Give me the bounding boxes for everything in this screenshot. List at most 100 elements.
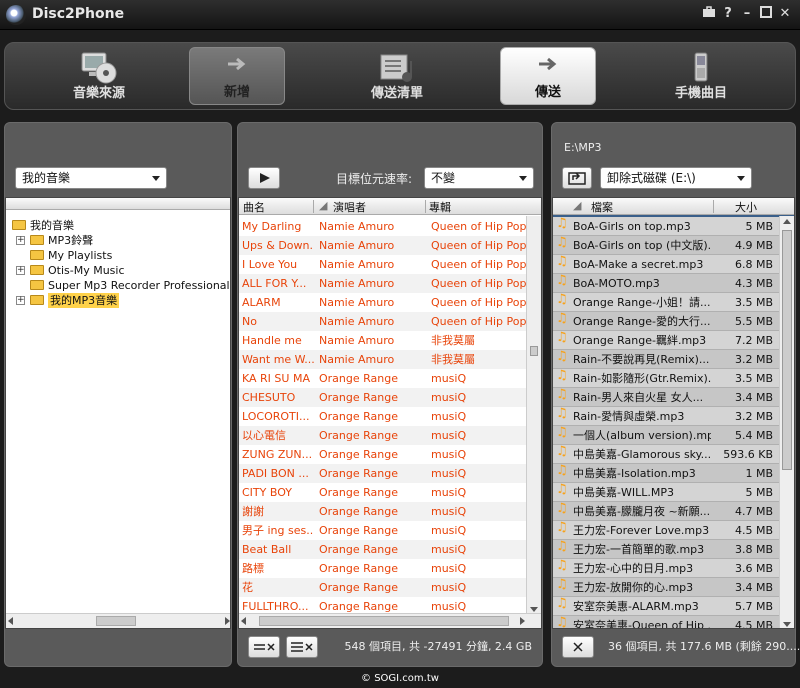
- file-row[interactable]: ♫ Orange Range-羈絆.mp3 7.2 MB: [553, 331, 781, 350]
- maximize-icon[interactable]: [758, 6, 774, 22]
- horizontal-scrollbar[interactable]: [239, 613, 541, 628]
- send-label: 傳送: [534, 85, 561, 100]
- file-size: 3.6 MB: [734, 562, 773, 575]
- song-row[interactable]: ALARM Namie Amuro Queen of Hip Pop: [239, 293, 527, 312]
- song-row[interactable]: 男子 ing ses... Orange Range musiQ: [239, 521, 527, 540]
- song-row[interactable]: Beat Ball Orange Range musiQ: [239, 540, 527, 559]
- help-icon[interactable]: ?: [720, 6, 736, 22]
- col-size[interactable]: 大小: [735, 199, 757, 215]
- music-file-icon: ♫: [556, 521, 568, 534]
- song-row[interactable]: No Namie Amuro Queen of Hip Pop: [239, 312, 527, 331]
- scroll-thumb[interactable]: [530, 346, 538, 356]
- bitrate-dropdown[interactable]: 不變: [424, 167, 534, 189]
- file-row[interactable]: ♫ 王力宏-Forever Love.mp3 4.5 MB: [553, 521, 781, 540]
- phone-tracks-button[interactable]: 手機曲目: [653, 47, 749, 105]
- file-row[interactable]: ♫ 安室奈美惠-ALARM.mp3 5.7 MB: [553, 597, 781, 616]
- song-row[interactable]: ALL FOR Y... Namie Amuro Queen of Hip Pop: [239, 274, 527, 293]
- file-row[interactable]: ♫ Orange Range-愛的大行... 5.5 MB: [553, 312, 781, 331]
- file-row[interactable]: ♫ Rain-男人來自火星 女人... 3.4 MB: [553, 388, 781, 407]
- expand-icon[interactable]: +: [16, 296, 25, 305]
- vertical-scrollbar[interactable]: [526, 216, 541, 615]
- scroll-right-icon[interactable]: [225, 617, 230, 625]
- close-icon[interactable]: ✕: [777, 6, 793, 22]
- col-artist[interactable]: 演唱者: [333, 199, 366, 215]
- song-row[interactable]: 以心電信 Orange Range musiQ: [239, 426, 527, 445]
- file-row[interactable]: ♫ BoA-Girls on top.mp3 5 MB: [553, 217, 781, 236]
- scroll-right-icon[interactable]: [520, 617, 525, 625]
- song-title: No: [242, 315, 257, 328]
- song-row[interactable]: ZUNG ZUN... Orange Range musiQ: [239, 445, 527, 464]
- drive-dropdown[interactable]: 卸除式磁碟 (E:\): [600, 167, 752, 189]
- scroll-thumb[interactable]: [782, 230, 792, 470]
- scroll-thumb[interactable]: [259, 616, 509, 626]
- remove-button[interactable]: [248, 636, 280, 658]
- folder-up-icon: [568, 172, 586, 185]
- song-row[interactable]: CHESUTO Orange Range musiQ: [239, 388, 527, 407]
- file-row[interactable]: ♫ 中島美嘉-Glamorous sky.... 593.6 KB: [553, 445, 781, 464]
- minimize-icon[interactable]: –: [739, 6, 755, 22]
- file-row[interactable]: ♫ 中島美嘉-Isolation.mp3 1 MB: [553, 464, 781, 483]
- chevron-down-icon: [152, 176, 160, 181]
- file-row[interactable]: ♫ Rain-不要說再見(Remix)... 3.2 MB: [553, 350, 781, 369]
- scroll-up-icon[interactable]: [783, 219, 791, 224]
- file-row[interactable]: ♫ 王力宏-一首簡單的歌.mp3 3.8 MB: [553, 540, 781, 559]
- file-row[interactable]: ♫ 王力宏-放開你的心.mp3 3.4 MB: [553, 578, 781, 597]
- file-row[interactable]: ♫ BoA-Girls on top (中文版)... 4.9 MB: [553, 236, 781, 255]
- col-file[interactable]: 檔案: [591, 199, 613, 215]
- transfer-list-button[interactable]: 傳送清單: [349, 47, 445, 105]
- file-row[interactable]: ♫ Rain-愛情與虛榮.mp3 3.2 MB: [553, 407, 781, 426]
- song-row[interactable]: KA RI SU MA Orange Range musiQ: [239, 369, 527, 388]
- song-row[interactable]: Ups & Down... Namie Amuro Queen of Hip Pop: [239, 236, 527, 255]
- expand-icon[interactable]: +: [16, 236, 25, 245]
- file-row[interactable]: ♫ 中島美嘉-朦朧月夜 ~新願... 4.7 MB: [553, 502, 781, 521]
- file-name: Rain-如影隨形(Gtr.Remix)...: [573, 372, 711, 385]
- scroll-thumb[interactable]: [96, 616, 136, 626]
- up-folder-button[interactable]: [562, 167, 592, 189]
- add-button[interactable]: 新增: [189, 47, 285, 105]
- song-row[interactable]: 路標 Orange Range musiQ: [239, 559, 527, 578]
- horizontal-scrollbar[interactable]: [6, 613, 230, 628]
- file-name: Rain-不要說再見(Remix)...: [573, 353, 710, 366]
- folder-icon: [30, 295, 44, 305]
- song-row[interactable]: 花 Orange Range musiQ: [239, 578, 527, 597]
- music-file-icon: ♫: [556, 483, 568, 496]
- source-dropdown[interactable]: 我的音樂: [15, 167, 167, 189]
- col-album[interactable]: 專輯: [429, 199, 451, 215]
- delete-button[interactable]: [562, 636, 594, 658]
- file-row[interactable]: ♫ Rain-如影隨形(Gtr.Remix)... 3.5 MB: [553, 369, 781, 388]
- file-size: 7.2 MB: [734, 334, 773, 347]
- arrow-right-icon: [228, 57, 246, 71]
- file-row[interactable]: ♫ 一個人(album version).mp3 5.4 MB: [553, 426, 781, 445]
- file-row[interactable]: ♫ Orange Range-小姐！請... 3.5 MB: [553, 293, 781, 312]
- song-row[interactable]: My Darling Namie Amuro Queen of Hip Pop: [239, 217, 527, 236]
- expand-icon[interactable]: +: [16, 266, 25, 275]
- send-button[interactable]: 傳送: [500, 47, 596, 105]
- song-row[interactable]: Want me W... Namie Amuro 非我莫屬: [239, 350, 527, 369]
- remove-all-button[interactable]: [286, 636, 318, 658]
- file-row[interactable]: ♫ BoA-Make a secret.mp3 6.8 MB: [553, 255, 781, 274]
- song-album: Queen of Hip Pop: [431, 258, 527, 271]
- song-album: musiQ: [431, 562, 467, 575]
- song-title: LOCOROTI...: [242, 410, 310, 423]
- scroll-down-icon[interactable]: [783, 622, 791, 627]
- file-row[interactable]: ♫ 中島美嘉-WILL.MP3 5 MB: [553, 483, 781, 502]
- vertical-scrollbar[interactable]: [779, 216, 794, 628]
- scroll-left-icon[interactable]: [8, 617, 13, 625]
- song-row[interactable]: I Love You Namie Amuro Queen of Hip Pop: [239, 255, 527, 274]
- song-row[interactable]: LOCOROTI... Orange Range musiQ: [239, 407, 527, 426]
- song-row[interactable]: Handle me Namie Amuro 非我莫屬: [239, 331, 527, 350]
- music-source-button[interactable]: 音樂來源: [51, 47, 147, 105]
- music-file-icon: ♫: [556, 445, 568, 458]
- file-row[interactable]: ♫ BoA-MOTO.mp3 4.3 MB: [553, 274, 781, 293]
- song-row[interactable]: 謝謝 Orange Range musiQ: [239, 502, 527, 521]
- scroll-left-icon[interactable]: [241, 617, 246, 625]
- song-row[interactable]: CITY BOY Orange Range musiQ: [239, 483, 527, 502]
- toolbox-icon[interactable]: [701, 6, 717, 22]
- file-row[interactable]: ♫ 王力宏-心中的日月.mp3 3.6 MB: [553, 559, 781, 578]
- song-table-header: 曲名 ◢ 演唱者 專輯: [239, 198, 541, 215]
- col-title[interactable]: 曲名: [243, 199, 265, 215]
- song-row[interactable]: PADI BON ... Orange Range musiQ: [239, 464, 527, 483]
- scroll-down-icon[interactable]: [530, 607, 538, 612]
- play-button[interactable]: [248, 167, 280, 189]
- music-file-icon: ♫: [556, 388, 568, 401]
